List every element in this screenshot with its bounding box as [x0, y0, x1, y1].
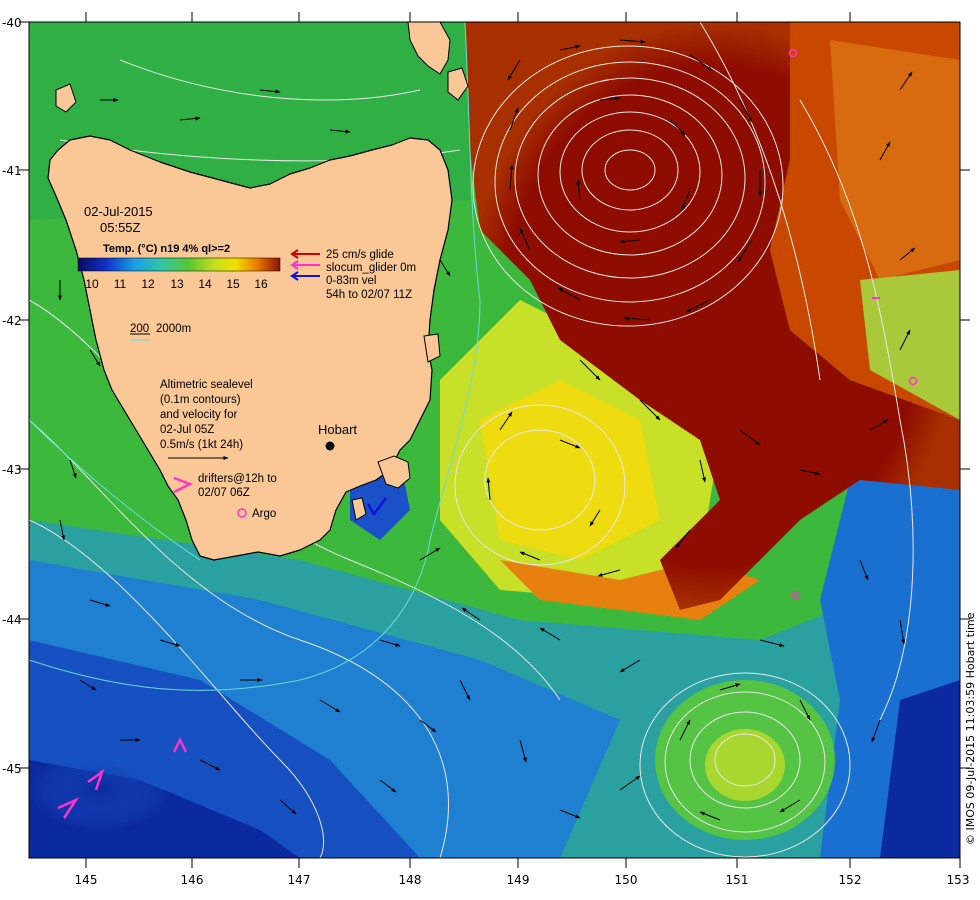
- bathy-label-2000: 2000m: [156, 323, 191, 335]
- svg-text:drifters@12h to: drifters@12h to: [198, 473, 277, 485]
- y-tick-41: -41: [2, 164, 22, 178]
- sst-map: 145 146 147 148 149 150 151 152 153 -40 …: [2, 12, 977, 887]
- legend-window: 54h to 02/07 11Z: [326, 289, 412, 301]
- svg-text:02/07 06Z: 02/07 06Z: [198, 487, 250, 499]
- x-tick-149: 149: [507, 873, 530, 887]
- svg-text:(0.1m contours): (0.1m contours): [160, 394, 241, 406]
- x-tick-150: 150: [615, 873, 638, 887]
- svg-text:12: 12: [141, 277, 155, 291]
- x-tick-labels: 145 146 147 148 149 150 151 152 153: [75, 873, 970, 887]
- svg-text:and velocity for: and velocity for: [160, 409, 238, 421]
- hobart-label: Hobart: [318, 422, 357, 437]
- legend-glider: slocum_glider 0m: [326, 262, 416, 274]
- y-tick-labels: -40 -41 -42 -43 -44 -45: [2, 16, 22, 776]
- y-tick-45: -45: [2, 762, 22, 776]
- svg-text:15: 15: [226, 277, 240, 291]
- colorbar-title: Temp. (°C) n19 4% ql>=2: [103, 243, 230, 255]
- x-tick-147: 147: [288, 873, 311, 887]
- legend-vel: 0-83m vel: [326, 275, 377, 287]
- legend-glide: 25 cm/s glide: [326, 249, 394, 261]
- svg-text:Argo: Argo: [252, 508, 276, 520]
- y-tick-43: -43: [2, 463, 22, 477]
- svg-text:14: 14: [198, 277, 212, 291]
- x-tick-148: 148: [399, 873, 422, 887]
- header-time: 05:55Z: [100, 220, 141, 235]
- svg-text:11: 11: [114, 277, 127, 291]
- credit-text: © IMOS 09-Jul-2015 11:03:59 Hobart time: [964, 612, 977, 845]
- svg-text:16: 16: [254, 277, 268, 291]
- x-tick-146: 146: [181, 873, 204, 887]
- x-tick-153: 153: [947, 873, 970, 887]
- hobart-marker: [325, 441, 335, 451]
- bathy-label-200: 200: [130, 323, 149, 335]
- y-tick-42: -42: [2, 314, 22, 328]
- header-date: 02-Jul-2015: [84, 204, 153, 219]
- x-tick-152: 152: [839, 873, 862, 887]
- svg-text:10: 10: [85, 277, 99, 291]
- y-tick-44: -44: [2, 613, 22, 627]
- svg-text:13: 13: [170, 277, 184, 291]
- svg-text:Altimetric sealevel: Altimetric sealevel: [160, 379, 253, 391]
- colorbar: [77, 257, 281, 272]
- x-tick-145: 145: [75, 873, 98, 887]
- svg-text:0.5m/s (1kt 24h): 0.5m/s (1kt 24h): [160, 439, 243, 451]
- x-tick-151: 151: [726, 873, 749, 887]
- y-tick-40: -40: [2, 16, 22, 30]
- svg-text:02-Jul 05Z: 02-Jul 05Z: [160, 424, 214, 436]
